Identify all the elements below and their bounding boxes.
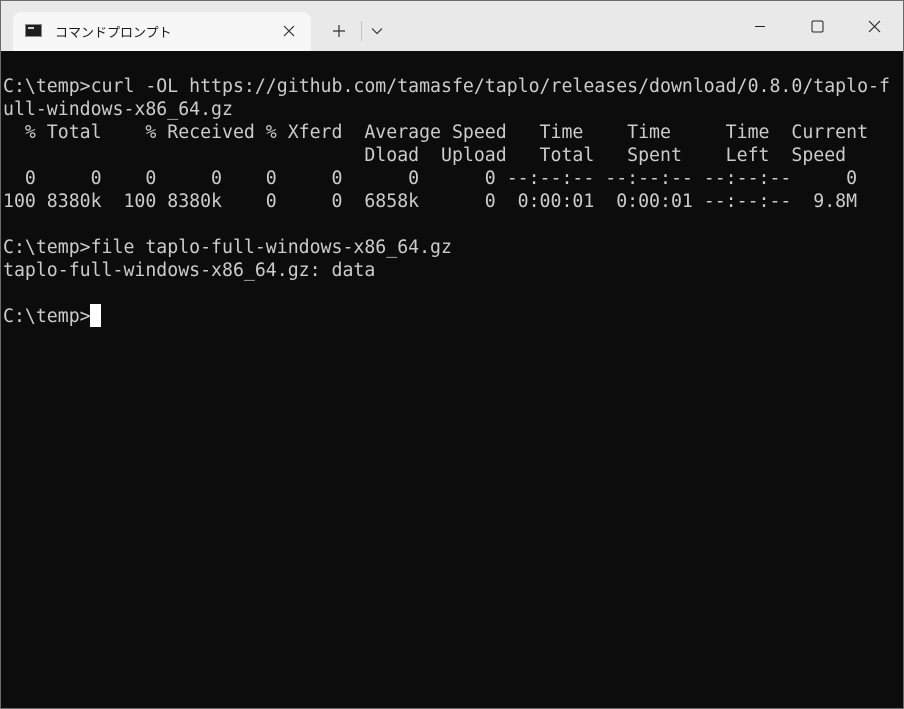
close-icon [283, 25, 295, 37]
terminal-line: Dload Upload Total Spent Left Speed [3, 145, 847, 166]
terminal-line: 100 8380k 100 8380k 0 0 6858k 0 0:00:01 … [3, 191, 858, 212]
terminal-line: C:\temp>curl -OL https://github.com/tama… [3, 76, 890, 97]
close-icon [868, 20, 880, 32]
terminal-line: taplo-full-windows-x86_64.gz: data [3, 260, 376, 281]
terminal-line: % Total % Received % Xferd Average Speed… [3, 122, 869, 143]
maximize-icon [811, 20, 823, 32]
minimize-button[interactable] [731, 1, 789, 51]
minimize-icon [755, 26, 765, 27]
terminal-prompt: C:\temp> [3, 306, 91, 327]
close-window-button[interactable] [845, 1, 903, 51]
tab-command-prompt[interactable]: コマンドプロンプト [13, 12, 311, 51]
plus-icon [333, 25, 345, 37]
title-bar[interactable]: コマンドプロンプト [1, 1, 903, 51]
tab-dropdown-button[interactable] [362, 16, 392, 46]
text-cursor [90, 304, 101, 327]
terminal-output[interactable]: C:\temp>curl -OL https://github.com/tama… [1, 51, 903, 708]
tab-title: コマンドプロンプト [55, 26, 172, 41]
maximize-button[interactable] [788, 1, 846, 51]
command-prompt-icon [25, 24, 42, 37]
chevron-down-icon [371, 28, 383, 35]
new-tab-button[interactable] [324, 16, 354, 46]
terminal-window: コマンドプロンプト C:\temp>curl -OL https://githu… [0, 0, 904, 709]
terminal-line: 0 0 0 0 0 0 0 0 --:--:-- --:--:-- --:--:… [3, 168, 858, 189]
tab-close-button[interactable] [277, 19, 301, 43]
terminal-line: C:\temp>file taplo-full-windows-x86_64.g… [3, 237, 452, 258]
terminal-line: ull-windows-x86_64.gz [3, 99, 233, 120]
